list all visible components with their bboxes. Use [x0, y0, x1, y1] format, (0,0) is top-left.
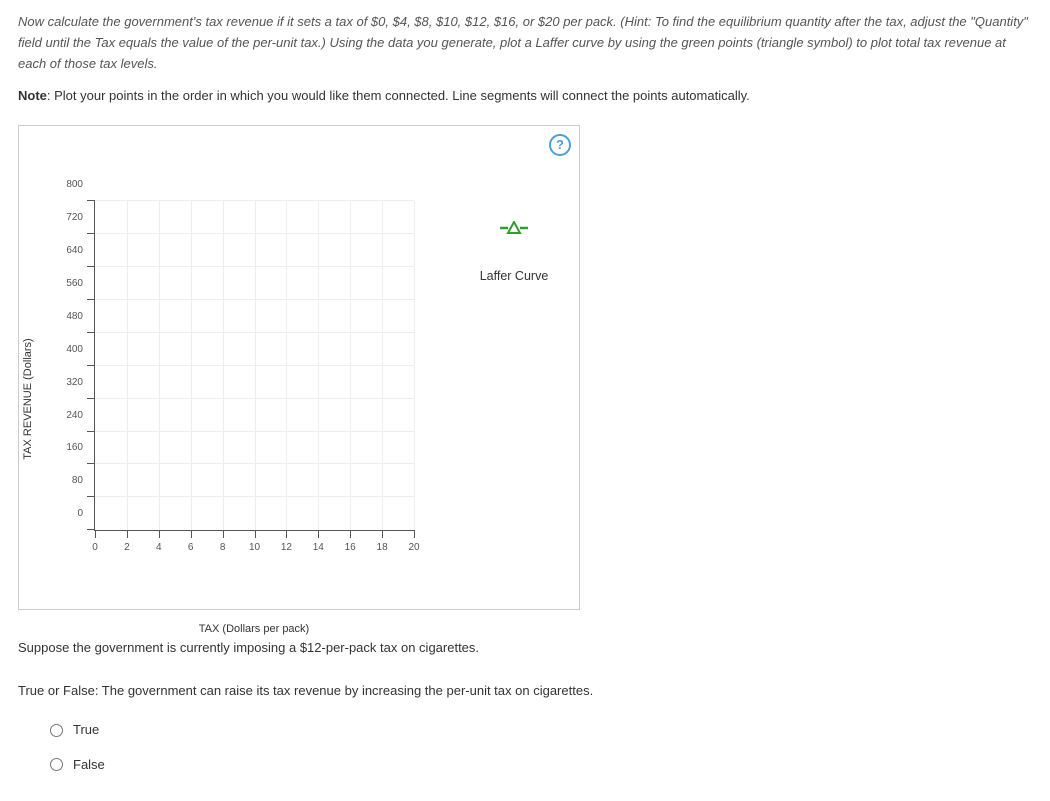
y-tick: 400 [66, 342, 83, 358]
y-tick: 800 [66, 177, 83, 193]
y-tick: 640 [66, 243, 83, 259]
instructions-text: Now calculate the government's tax reven… [18, 12, 1032, 74]
y-tick: 160 [66, 440, 83, 456]
x-axis-label: TAX (Dollars per pack) [199, 621, 309, 639]
plot-surface[interactable]: 80 160 240 320 400 480 560 640 720 800 0… [94, 201, 414, 531]
note-text: Note: Plot your points in the order in w… [18, 86, 1032, 107]
y-tick: 480 [66, 309, 83, 325]
radio-true-label[interactable]: True [73, 720, 99, 741]
x-tick: 20 [408, 540, 419, 556]
x-tick: 12 [281, 540, 292, 556]
tf-statement: True or False: The government can raise … [18, 681, 1032, 702]
radio-true[interactable] [50, 724, 63, 737]
graph-panel: ? TAX REVENUE (Dollars) 80 160 240 320 4… [18, 125, 580, 610]
laffer-curve-tool[interactable] [500, 221, 528, 242]
help-button[interactable]: ? [549, 134, 571, 156]
radio-group: True False [50, 720, 1032, 776]
y-tick: 320 [66, 375, 83, 391]
radio-false-label[interactable]: False [73, 755, 105, 776]
scenario-text: Suppose the government is currently impo… [18, 638, 1032, 659]
y-tick: 80 [72, 473, 83, 489]
x-tick: 10 [249, 540, 260, 556]
x-tick: 16 [345, 540, 356, 556]
x-tick: 6 [188, 540, 194, 556]
triangle-icon [500, 221, 528, 235]
legend-label: Laffer Curve [464, 266, 564, 286]
help-icon: ? [556, 135, 564, 156]
x-tick: 0 [92, 540, 98, 556]
x-tick: 18 [377, 540, 388, 556]
x-tick: 4 [156, 540, 162, 556]
x-tick: 2 [124, 540, 130, 556]
y-tick: 0 [77, 506, 83, 522]
question-block: Suppose the government is currently impo… [18, 638, 1032, 775]
x-tick: 14 [313, 540, 324, 556]
y-tick: 560 [66, 276, 83, 292]
radio-false[interactable] [50, 758, 63, 771]
y-tick: 240 [66, 408, 83, 424]
x-tick: 8 [220, 540, 226, 556]
legend: Laffer Curve [464, 221, 564, 286]
y-axis-label: TAX REVENUE (Dollars) [20, 338, 38, 459]
y-tick: 720 [66, 210, 83, 226]
chart-area[interactable]: TAX REVENUE (Dollars) 80 160 240 320 400… [39, 201, 439, 596]
